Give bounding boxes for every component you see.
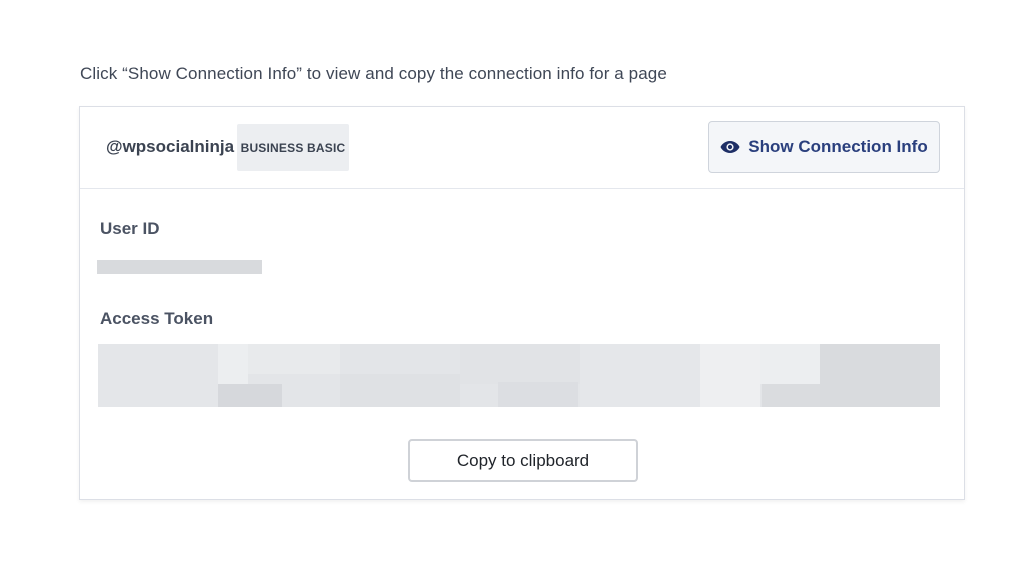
eye-icon — [720, 140, 740, 154]
instruction-text: Click “Show Connection Info” to view and… — [80, 64, 667, 83]
plan-badge: BUSINESS BASIC — [237, 124, 349, 171]
access-token-value-redacted — [98, 344, 940, 407]
show-connection-info-button[interactable]: Show Connection Info — [708, 121, 940, 173]
user-id-label: User ID — [100, 219, 160, 238]
copy-to-clipboard-button[interactable]: Copy to clipboard — [408, 439, 638, 482]
connection-card: @wpsocialninja BUSINESS BASIC Show Conne… — [79, 106, 965, 500]
card-header: @wpsocialninja BUSINESS BASIC Show Conne… — [80, 107, 964, 189]
access-token-label: Access Token — [100, 309, 214, 328]
account-username: @wpsocialninja — [106, 137, 235, 156]
show-connection-info-label: Show Connection Info — [748, 137, 928, 156]
user-id-value-redacted — [97, 260, 262, 274]
